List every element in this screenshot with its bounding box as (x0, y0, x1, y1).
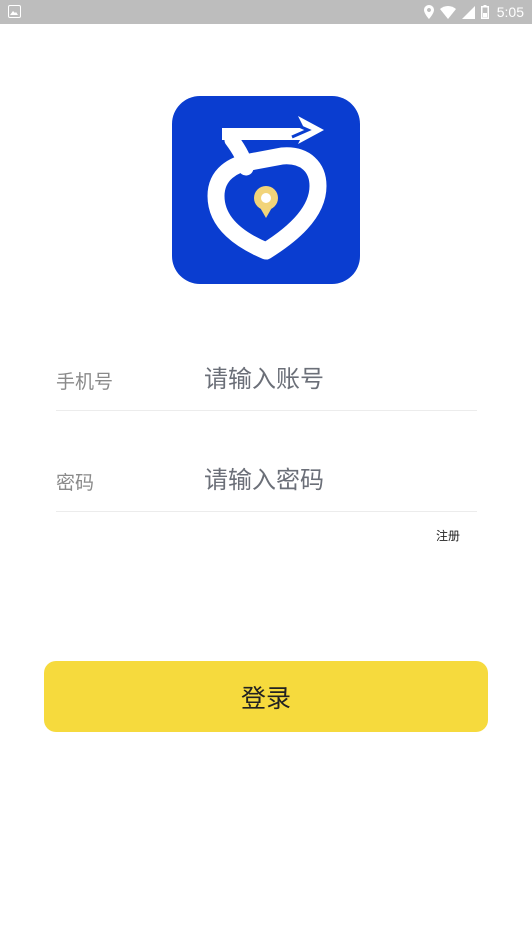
image-icon (8, 5, 21, 18)
app-logo-icon (172, 96, 360, 284)
login-screen: 5:05 手机号 密码 注册 登录 (0, 0, 532, 946)
location-icon (423, 5, 434, 19)
phone-label: 手机号 (56, 371, 114, 393)
battery-icon (480, 5, 489, 19)
status-icons: 5:05 (423, 0, 524, 24)
phone-field: 手机号 (56, 350, 477, 411)
status-bar: 5:05 (0, 0, 532, 24)
login-button-label: 登录 (240, 683, 291, 713)
register-link[interactable]: 注册 (436, 527, 460, 544)
signal-icon (461, 5, 475, 19)
phone-input[interactable] (204, 358, 474, 400)
password-label: 密码 (56, 472, 95, 494)
password-field: 密码 (56, 451, 477, 512)
login-button[interactable]: 登录 (44, 661, 488, 732)
wifi-icon (439, 5, 456, 19)
password-input[interactable] (204, 459, 474, 501)
status-time: 5:05 (496, 4, 524, 20)
